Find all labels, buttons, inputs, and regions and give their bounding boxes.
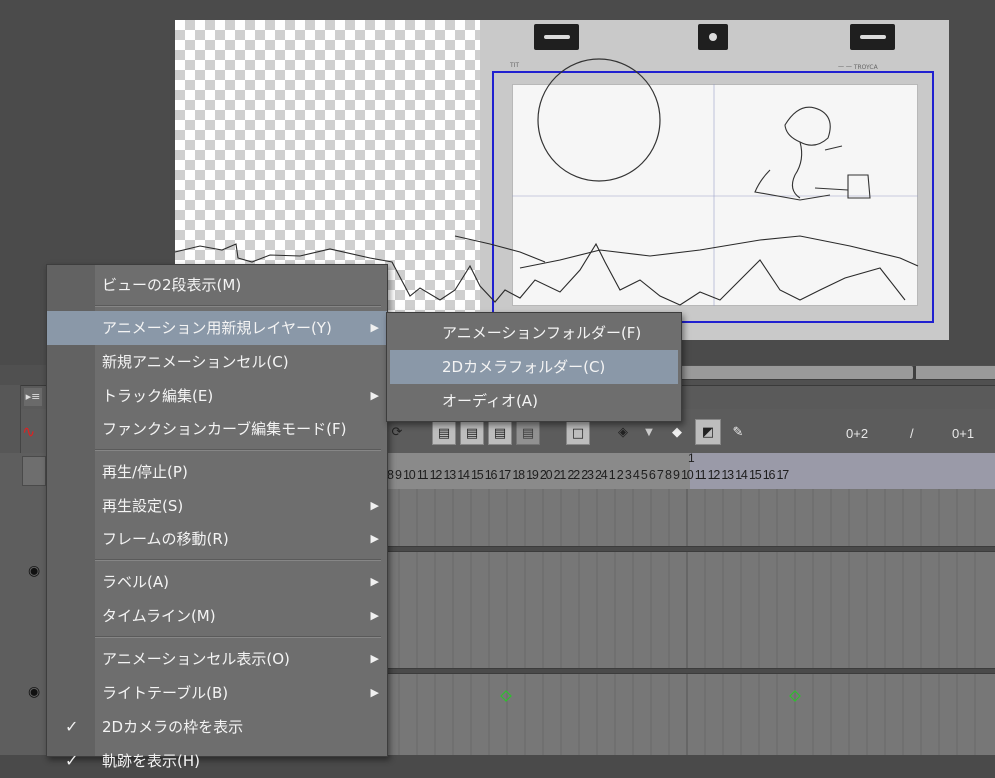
menu-separator xyxy=(95,636,381,638)
menu-item-show-2d-camera-frame[interactable]: ✓ 2Dカメラの枠を表示 xyxy=(47,710,387,744)
new-animation-layer-submenu: アニメーションフォルダー(F) 2Dカメラフォルダー(C) オーディオ(A) xyxy=(386,312,682,422)
menu-item-function-curve-mode[interactable]: ファンクションカーブ編集モード(F) xyxy=(47,412,387,446)
menu-item-light-table[interactable]: ライトテーブル(B) ▶ xyxy=(47,676,387,710)
submenu-arrow-icon: ▶ xyxy=(370,499,379,512)
menu-item-label: タイムライン(M) xyxy=(102,607,216,625)
keyframe-interpolation-icon[interactable]: ◈ xyxy=(612,421,634,443)
light-table-icon[interactable]: ◩ xyxy=(695,419,721,445)
menu-item-two-row-view[interactable]: ビューの2段表示(M) xyxy=(47,268,387,302)
menu-item-label: オーディオ(A) xyxy=(442,392,538,410)
menu-item-timeline[interactable]: タイムライン(M) ▶ xyxy=(47,599,387,633)
menu-item-label: 2Dカメラフォルダー(C) xyxy=(442,358,606,376)
layer-header-cell[interactable] xyxy=(22,456,46,486)
menu-separator xyxy=(95,449,381,451)
submenu-arrow-icon: ▶ xyxy=(370,389,379,402)
submenu-arrow-icon: ▶ xyxy=(370,686,379,699)
timeline-columns xyxy=(398,489,976,755)
submenu-arrow-icon: ▶ xyxy=(370,652,379,665)
specify-cel-icon[interactable]: ▤ xyxy=(460,421,484,445)
submenu-item-2d-camera-folder[interactable]: 2Dカメラフォルダー(C) xyxy=(390,350,678,384)
menu-item-label: アニメーションフォルダー(F) xyxy=(442,324,642,342)
submenu-item-audio[interactable]: オーディオ(A) xyxy=(387,384,681,418)
frame-numbers: 8 9 10 11 12 13 14 15 16 17 18 19 20 21 … xyxy=(387,468,789,482)
menu-item-new-animation-layer[interactable]: アニメーション用新規レイヤー(Y) ▶ xyxy=(47,311,387,345)
track-separator xyxy=(387,546,995,552)
menu-item-cel-display[interactable]: アニメーションセル表示(O) ▶ xyxy=(47,642,387,676)
menu-item-show-trajectory[interactable]: ✓ 軌跡を表示(H) xyxy=(47,744,387,778)
add-keyframe-icon[interactable]: ◆ xyxy=(666,421,688,443)
menu-item-track-edit[interactable]: トラック編集(E) ▶ xyxy=(47,379,387,413)
menu-item-label: アニメーションセル表示(O) xyxy=(102,650,290,668)
menu-item-label: 新規アニメーションセル(C) xyxy=(102,353,289,371)
loop-playback-icon[interactable]: ⟳ xyxy=(386,421,408,443)
new-cel-icon[interactable]: ▤ xyxy=(432,421,456,445)
menu-separator xyxy=(95,305,381,307)
menu-item-label: 再生設定(S) xyxy=(102,497,184,515)
eye-icon[interactable]: ◉ xyxy=(28,684,40,700)
witch-character-drawing xyxy=(754,106,871,201)
menu-item-label: 2Dカメラの枠を表示 xyxy=(102,718,244,736)
menu-item-playback-settings[interactable]: 再生設定(S) ▶ xyxy=(47,489,387,523)
onion-skin-icon[interactable]: □ xyxy=(566,421,590,445)
pen-edit-icon[interactable]: ✎ xyxy=(727,421,749,443)
function-curve-icon[interactable]: ∿ xyxy=(22,422,35,441)
menu-item-label: ビューの2段表示(M) xyxy=(102,276,242,294)
current-frame-readout: 0+2 xyxy=(846,426,869,441)
menu-item-play-stop[interactable]: 再生/停止(P) xyxy=(47,455,387,489)
menu-item-label-menu[interactable]: ラベル(A) ▶ xyxy=(47,565,387,599)
check-icon: ✓ xyxy=(65,717,79,736)
submenu-arrow-icon: ▶ xyxy=(370,575,379,588)
submenu-arrow-icon: ▶ xyxy=(370,532,379,545)
submenu-item-animation-folder[interactable]: アニメーションフォルダー(F) xyxy=(387,316,681,350)
menu-item-label: ファンクションカーブ編集モード(F) xyxy=(102,420,347,438)
menu-item-label: フレームの移動(R) xyxy=(102,530,229,548)
check-icon: ✓ xyxy=(65,751,79,770)
menu-item-move-frame[interactable]: フレームの移動(R) ▶ xyxy=(47,522,387,556)
menu-item-label: アニメーション用新規レイヤー(Y) xyxy=(102,319,332,337)
chevron-down-icon[interactable]: ▼ xyxy=(638,421,660,443)
eye-icon[interactable]: ◉ xyxy=(28,563,40,579)
keyframe-marker[interactable] xyxy=(789,690,801,702)
edit-cel-icon[interactable]: ▤ xyxy=(488,421,512,445)
delete-cel-icon[interactable]: ▤ xyxy=(516,421,540,445)
menu-item-label: ライトテーブル(B) xyxy=(102,684,229,702)
end-frame-readout: 0+1 xyxy=(952,426,975,441)
frame-readout-separator: / xyxy=(910,426,914,441)
submenu-arrow-icon: ▶ xyxy=(370,609,379,622)
frame-marker: 1 xyxy=(688,451,695,465)
menu-item-label: ラベル(A) xyxy=(102,573,169,591)
track-separator xyxy=(387,668,995,674)
menu-item-label: 再生/停止(P) xyxy=(102,463,188,481)
menu-item-new-animation-cel[interactable]: 新規アニメーションセル(C) xyxy=(47,345,387,379)
timeline-tab-icon[interactable]: ▸≡ xyxy=(24,388,42,406)
layer-list[interactable] xyxy=(0,453,46,755)
animation-context-menu: ビューの2段表示(M) アニメーション用新規レイヤー(Y) ▶ 新規アニメーション… xyxy=(46,264,388,770)
keyframe-marker[interactable] xyxy=(500,690,512,702)
menu-item-label: トラック編集(E) xyxy=(102,387,214,405)
scrollbar-right-segment[interactable] xyxy=(916,366,995,379)
submenu-arrow-icon: ▶ xyxy=(370,321,379,334)
menu-separator xyxy=(95,559,381,561)
moon-drawing xyxy=(537,58,661,182)
